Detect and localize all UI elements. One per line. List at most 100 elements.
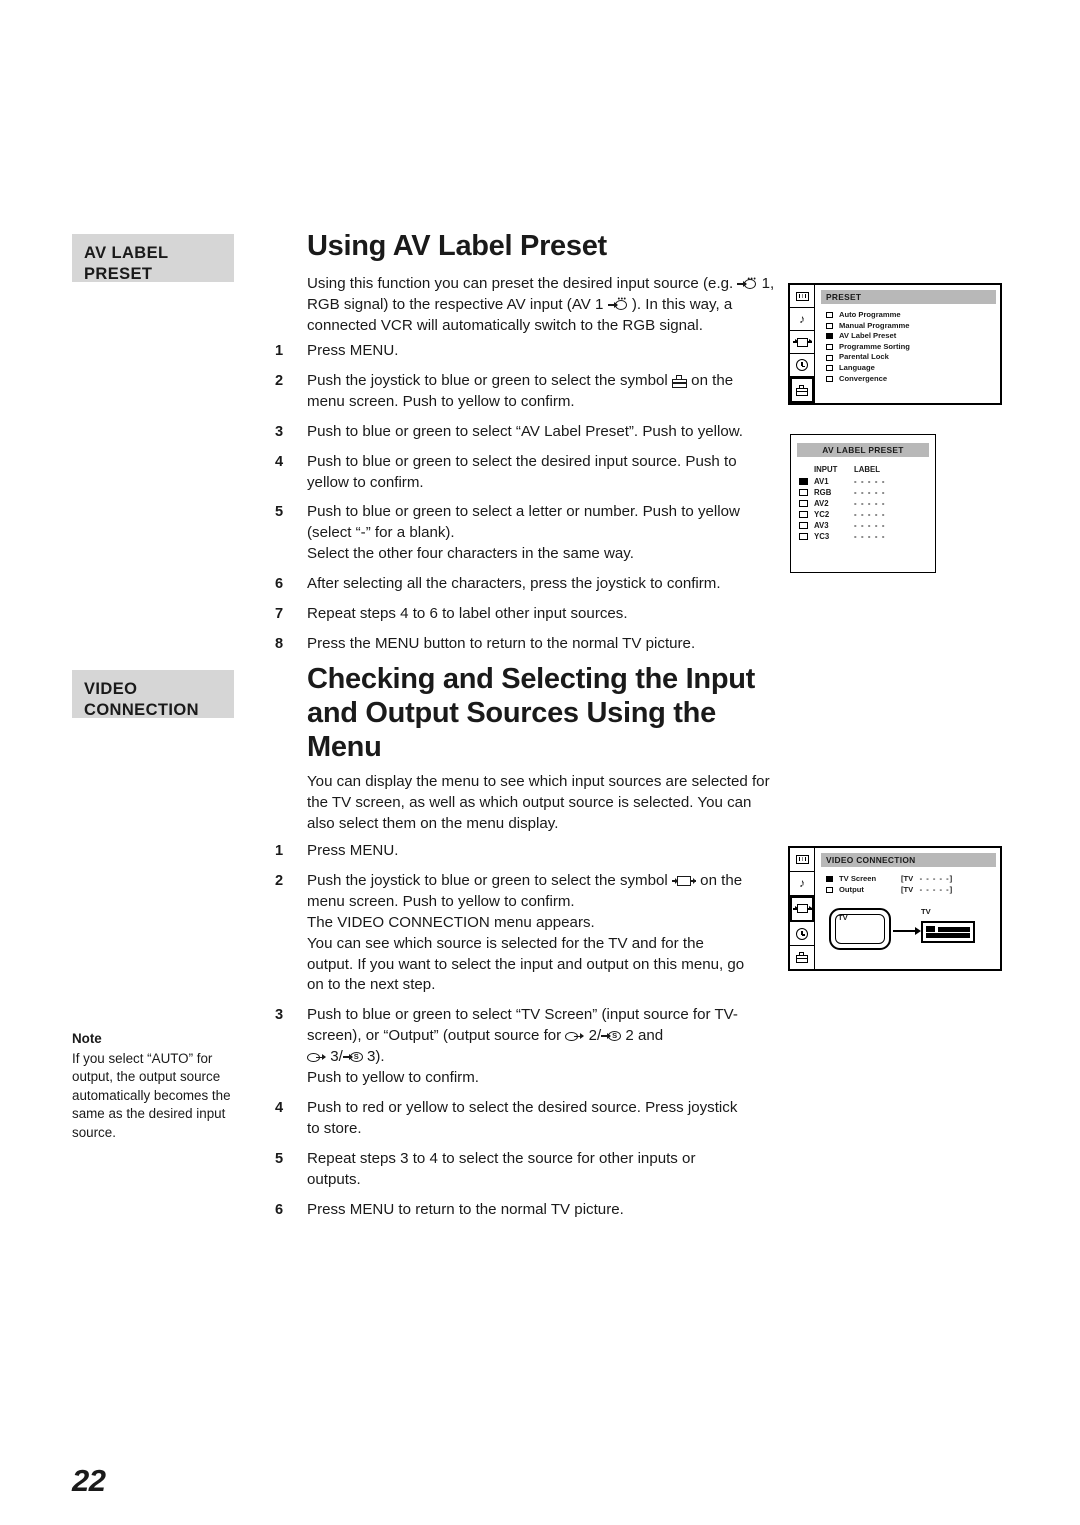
section-label-line-2: PRESET — [84, 265, 153, 283]
step-text: Push the joystick to blue or green to se… — [307, 871, 745, 996]
toolbox-icon — [796, 384, 808, 396]
note-block: Note If you select “AUTO” for output, th… — [72, 1030, 242, 1143]
step-number: 2 — [275, 872, 284, 889]
rail-item-audio[interactable]: ♪ — [790, 872, 814, 896]
step-text: Repeat steps 4 to 6 to label other input… — [307, 605, 628, 623]
osd-menu-item-value: [TV - - - - -] — [901, 873, 953, 884]
osd-menu-item-label: TV Screen — [839, 874, 877, 883]
table-row[interactable]: AV2 - - - - - — [799, 498, 929, 509]
step-text: Press MENU. — [307, 842, 399, 859]
checkbox-icon — [799, 522, 808, 529]
checkbox-icon — [826, 375, 833, 382]
osd-menu-item-label: Parental Lock — [839, 352, 889, 362]
osd-menu-item[interactable]: Parental Lock — [826, 352, 996, 363]
rail-item-timer[interactable] — [790, 922, 814, 947]
intro-paragraph-video-connection: You can display the menu to see which in… — [307, 773, 770, 832]
table-row[interactable]: AV1 - - - - - — [799, 476, 929, 487]
rail-item-screen[interactable] — [790, 285, 814, 308]
step-number: 3 — [275, 423, 284, 440]
s-video-output-icon: S — [601, 1030, 622, 1043]
step-number: 6 — [275, 1201, 284, 1218]
music-note-icon: ♪ — [799, 312, 805, 326]
rail-item-timer[interactable] — [790, 354, 814, 377]
step-number: 6 — [275, 576, 284, 593]
osd-menu-item-label: Auto Programme — [839, 310, 901, 319]
checkbox-filled-icon — [826, 333, 833, 340]
checkbox-icon — [799, 511, 808, 518]
osd-menu-item-value: [TV - - - - -] — [901, 884, 953, 895]
step-number: 5 — [275, 504, 284, 521]
osd-menu-item[interactable]: Convergence — [826, 374, 996, 385]
step-text: Repeat steps 3 to 4 to select the source… — [307, 1149, 696, 1188]
video-connection-icon — [792, 337, 812, 348]
step-item: 5 Push to blue or green to select a lett… — [275, 502, 745, 565]
rail-item-video-connection[interactable] — [790, 331, 814, 354]
screen-icon — [795, 291, 809, 301]
step-text-part-b: on the menu screen. Push to yellow to co… — [307, 871, 745, 994]
osd-menu-item-selected[interactable]: AV Label Preset — [826, 331, 996, 342]
osd-preset-menu: ♪ PRESET Auto Programme Manual Programme… — [788, 283, 1002, 405]
table-row[interactable]: RGB - - - - - — [799, 487, 929, 498]
checkbox-icon — [826, 312, 833, 319]
tv-diagram-label: TV — [838, 913, 848, 922]
osd-menu-item-label: AV Label Preset — [839, 331, 897, 341]
step-item: 4 Push to red or yellow to select the de… — [275, 1098, 745, 1140]
step-list-av-label-preset: 1 Press MENU. 2 Push the joystick to blu… — [275, 341, 745, 664]
rail-item-video-connection[interactable] — [790, 895, 814, 923]
osd-body: PRESET Auto Programme Manual Programme A… — [815, 285, 1000, 403]
osd-menu-item[interactable]: Auto Programme — [826, 310, 996, 321]
header-spacer — [799, 465, 814, 474]
cell-input: RGB — [814, 488, 832, 497]
step-text: Push to blue or green to select “AV Labe… — [307, 422, 744, 440]
step-item: 1 Press MENU. — [275, 341, 745, 362]
table-row[interactable]: YC3 - - - - - — [799, 531, 929, 542]
step-item: 2 Push the joystick to blue or green to … — [275, 371, 745, 413]
intro-text-part-1: Using this function you can preset the d… — [307, 275, 734, 292]
step-text: Press MENU. — [307, 342, 399, 359]
step-text: Push to blue or green to select the desi… — [307, 452, 737, 491]
music-note-icon: ♪ — [799, 876, 805, 891]
checkbox-filled-icon — [799, 478, 808, 485]
step-text: After selecting all the characters, pres… — [307, 575, 721, 593]
osd-menu-item[interactable]: Programme Sorting — [826, 342, 996, 353]
osd-menu-item-label: Programme Sorting — [839, 341, 910, 351]
step-text-part-c: 2 and — [625, 1027, 664, 1045]
osd-menu-item-selected[interactable]: TV Screen [TV - - - - -] — [826, 873, 996, 884]
step-text: Push to blue or green to select “TV Scre… — [307, 1005, 745, 1089]
osd-menu-item[interactable]: Manual Programme — [826, 321, 996, 332]
step-item: 7 Repeat steps 4 to 6 to label other inp… — [275, 604, 745, 625]
rail-item-audio[interactable]: ♪ — [790, 308, 814, 331]
step-item: 6 Press MENU to return to the normal TV … — [275, 1200, 745, 1221]
table-row[interactable]: YC2 - - - - - — [799, 509, 929, 520]
table-row[interactable]: AV3 - - - - - — [799, 520, 929, 531]
step-number: 4 — [275, 453, 284, 470]
cell-label: - - - - - — [854, 499, 886, 508]
column-header-label: LABEL — [854, 465, 880, 474]
video-connection-icon — [671, 875, 697, 888]
cell-input: AV3 — [814, 521, 829, 530]
osd-menu-item[interactable]: Language — [826, 363, 996, 374]
checkbox-filled-icon — [826, 875, 833, 882]
connection-arrow-icon — [893, 926, 921, 935]
step-text-part-a: Push the joystick to blue or green to se… — [307, 871, 668, 889]
step-number: 3 — [275, 1007, 284, 1024]
step-item: 3 Push to blue or green to select “TV Sc… — [275, 1005, 745, 1089]
checkbox-icon — [799, 533, 808, 540]
rail-item-setup[interactable] — [790, 377, 814, 403]
av-input-icon: ••• — [737, 276, 757, 291]
cell-label: - - - - - — [854, 532, 886, 541]
osd-icon-rail: ♪ — [790, 848, 815, 969]
osd-menu-item[interactable]: Output [TV - - - - -] — [826, 884, 996, 895]
cell-label: - - - - - — [854, 521, 886, 530]
intro-paragraph-av-label-preset: Using this function you can preset the d… — [307, 274, 777, 337]
rail-item-screen[interactable] — [790, 848, 814, 872]
manual-page: AV LABEL PRESET Using AV Label Preset Us… — [0, 0, 1080, 1525]
step-item: 6 After selecting all the characters, pr… — [275, 574, 745, 595]
step-text-part-b: 2/ — [588, 1027, 602, 1045]
step-item: 4 Push to blue or green to select the de… — [275, 452, 745, 494]
step-text-part-a: Push to blue or green to select “TV Scre… — [307, 1006, 738, 1045]
step-text: Push to red or yellow to select the desi… — [307, 1098, 738, 1137]
rail-item-setup[interactable] — [790, 946, 814, 969]
cell-label: - - - - - — [854, 510, 886, 519]
step-number: 4 — [275, 1099, 284, 1116]
